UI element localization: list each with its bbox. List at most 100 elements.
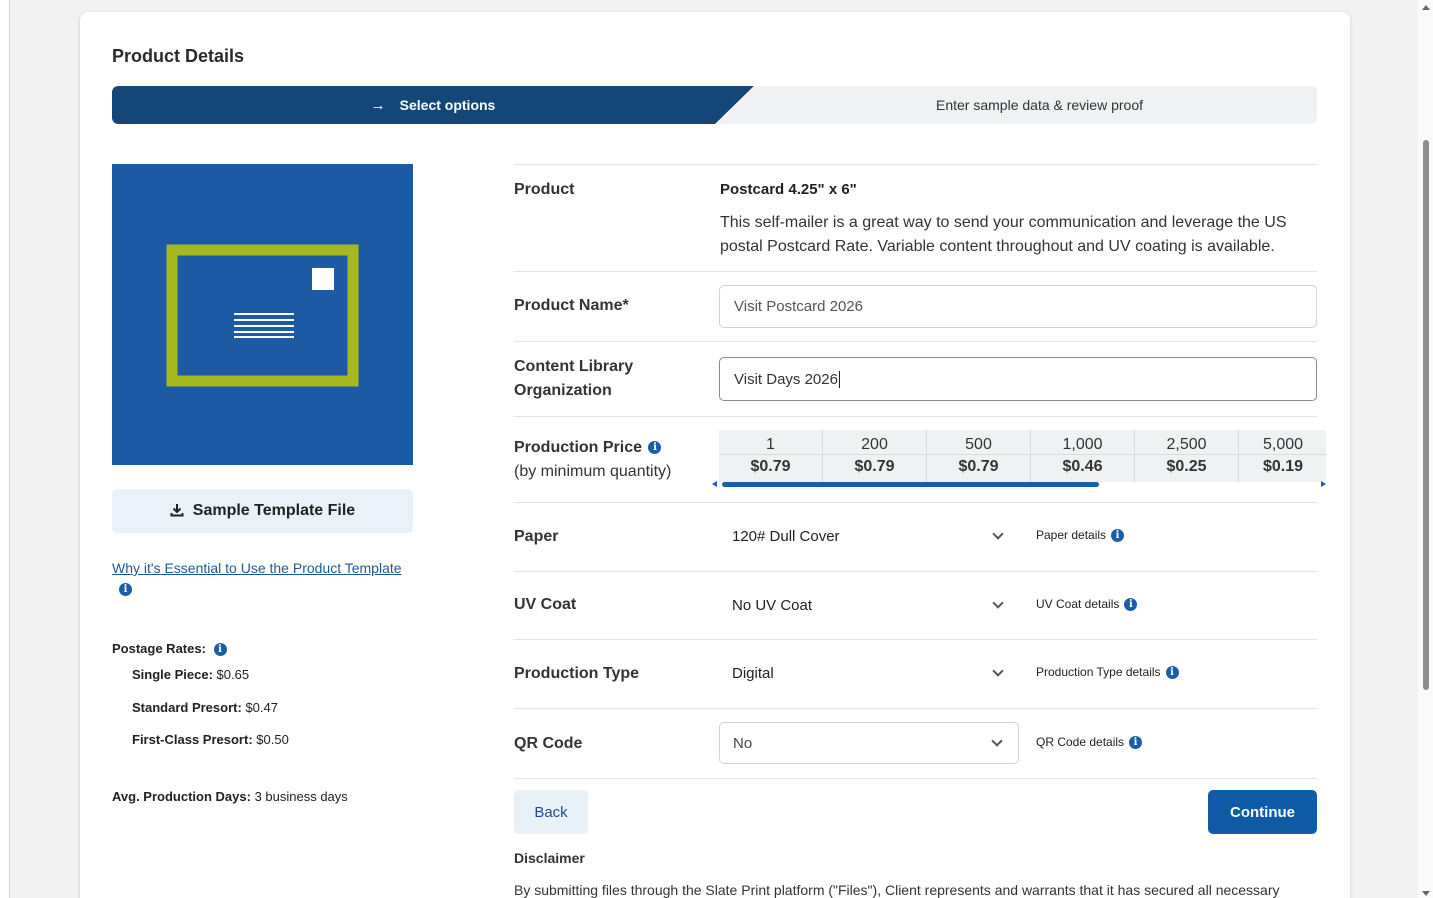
price-qty: 500 [965, 436, 992, 453]
qr-code-details[interactable]: QR Code details i [1036, 735, 1143, 749]
divider [514, 164, 1317, 165]
avg-production-days: Avg. Production Days: 3 business days [112, 789, 348, 804]
product-value: Postcard 4.25" x 6" [720, 181, 857, 198]
price-qty: 1,000 [1062, 436, 1103, 453]
price-value: $0.79 [927, 454, 1030, 480]
scroll-up-icon[interactable] [1422, 5, 1430, 10]
divider [514, 571, 1317, 572]
uv-coat-select[interactable]: No UV Coat [719, 584, 1019, 626]
qr-code-details-label: QR Code details [1036, 735, 1125, 749]
uv-coat-label: UV Coat [514, 596, 577, 613]
product-description: This self-mailer is a great way to send … [720, 214, 1287, 255]
step-select-options[interactable]: → Select options [112, 86, 754, 124]
product-label: Product [514, 181, 575, 198]
info-icon[interactable]: i [1111, 528, 1125, 542]
chevron-down-icon [992, 528, 1004, 540]
price-value: $0.79 [823, 454, 926, 480]
production-type-details[interactable]: Production Type details i [1036, 665, 1179, 679]
divider [514, 502, 1317, 503]
info-icon[interactable]: i [119, 583, 132, 596]
info-icon[interactable]: i [1165, 665, 1179, 679]
production-type-label: Production Type [514, 665, 640, 682]
price-table-scrollbar[interactable] [712, 480, 1326, 488]
qr-code-label: QR Code [514, 735, 583, 752]
content-library-input[interactable]: Visit Days 2026 [719, 357, 1317, 401]
divider [514, 639, 1317, 640]
postage-label: Single Piece: [132, 667, 213, 682]
paper-details-label: Paper details [1036, 528, 1107, 542]
price-value: $0.46 [1031, 454, 1134, 480]
uv-coat-details[interactable]: UV Coat details i [1036, 597, 1138, 611]
content-library-label-line2: Organization [514, 382, 612, 399]
price-table: 1 $0.79 200 $0.79 500 $0.79 1,000 $0.46 … [719, 430, 1327, 482]
product-template-link[interactable]: Why it's Essential to Use the Product Te… [112, 560, 422, 576]
info-icon[interactable]: i [1129, 735, 1143, 749]
postage-label: Standard Presort: [132, 700, 242, 715]
scroll-right-icon[interactable] [1321, 481, 1326, 487]
divider [514, 708, 1317, 709]
info-icon[interactable]: i [213, 643, 227, 657]
scroll-down-icon[interactable] [1422, 891, 1430, 896]
step-active-label: Select options [399, 97, 496, 113]
paper-label: Paper [514, 528, 559, 545]
disclaimer-title: Disclaimer [514, 850, 585, 866]
price-qty: 5,000 [1262, 436, 1304, 453]
download-icon [170, 503, 184, 520]
step-review-proof[interactable]: Enter sample data & review proof [762, 86, 1317, 124]
price-column: 2,500 $0.25 [1135, 430, 1239, 482]
divider [514, 341, 1317, 342]
content-library-label: Content Library Organization [514, 355, 633, 403]
scroll-thumb[interactable] [1423, 140, 1429, 690]
divider [514, 778, 1317, 779]
price-column: 500 $0.79 [927, 430, 1031, 482]
info-icon[interactable]: i [648, 441, 662, 455]
sample-template-button[interactable]: Sample Template File [112, 489, 413, 533]
postage-label: First-Class Presort: [132, 732, 253, 747]
divider [514, 416, 1317, 417]
postage-value: $0.65 [216, 667, 250, 682]
product-name-value: Visit Postcard 2026 [734, 298, 863, 315]
avg-days-label: Avg. Production Days: [112, 789, 251, 804]
production-type-select[interactable]: Digital [719, 652, 1019, 694]
sample-template-label: Sample Template File [192, 502, 356, 519]
chevron-down-icon [991, 735, 1003, 747]
scroll-left-icon[interactable] [712, 481, 717, 487]
price-value: $0.25 [1135, 454, 1238, 480]
arrow-right-icon: → [370, 96, 386, 114]
production-price-label: Production Price i (by minimum quantity) [514, 436, 671, 484]
qr-code-value: No [733, 734, 753, 752]
uv-coat-value: No UV Coat [732, 596, 813, 614]
divider [514, 271, 1317, 272]
paper-details[interactable]: Paper details i [1036, 528, 1125, 542]
page-scrollbar[interactable] [1418, 0, 1433, 898]
product-name-label: Product Name* [514, 297, 629, 314]
qr-code-select[interactable]: No [719, 722, 1019, 764]
price-qty: 2,500 [1166, 436, 1207, 453]
info-icon[interactable]: i [1124, 597, 1138, 611]
paper-select[interactable]: 120# Dull Cover [719, 515, 1019, 557]
postage-single-piece: Single Piece: $0.65 [132, 667, 249, 682]
postage-rates-label: Postage Rates: [112, 641, 206, 656]
continue-button[interactable]: Continue [1208, 790, 1317, 834]
text-caret [838, 370, 840, 388]
page-title: Product Details [112, 46, 245, 66]
price-column: 1,000 $0.46 [1031, 430, 1135, 482]
postage-rates-title: Postage Rates: i [112, 641, 227, 657]
price-qty: 200 [861, 436, 888, 453]
postage-standard-presort: Standard Presort: $0.47 [132, 700, 278, 715]
price-column: 5,000 $0.19 [1239, 430, 1327, 482]
price-value: $0.19 [1239, 454, 1327, 480]
avg-days-value: 3 business days [254, 789, 348, 804]
paper-value: 120# Dull Cover [732, 527, 840, 545]
postage-first-class-presort: First-Class Presort: $0.50 [132, 732, 289, 747]
chevron-down-icon [992, 665, 1004, 677]
price-column: 1 $0.79 [719, 430, 823, 482]
production-price-subtitle: (by minimum quantity) [514, 463, 672, 480]
scroll-thumb[interactable] [722, 482, 1099, 487]
product-preview-image [112, 164, 413, 465]
product-name-input[interactable]: Visit Postcard 2026 [719, 285, 1317, 328]
back-button[interactable]: Back [514, 790, 588, 834]
stepper: → Select options Enter sample data & rev… [112, 86, 1317, 124]
step-divider [715, 86, 755, 124]
price-column: 200 $0.79 [823, 430, 927, 482]
